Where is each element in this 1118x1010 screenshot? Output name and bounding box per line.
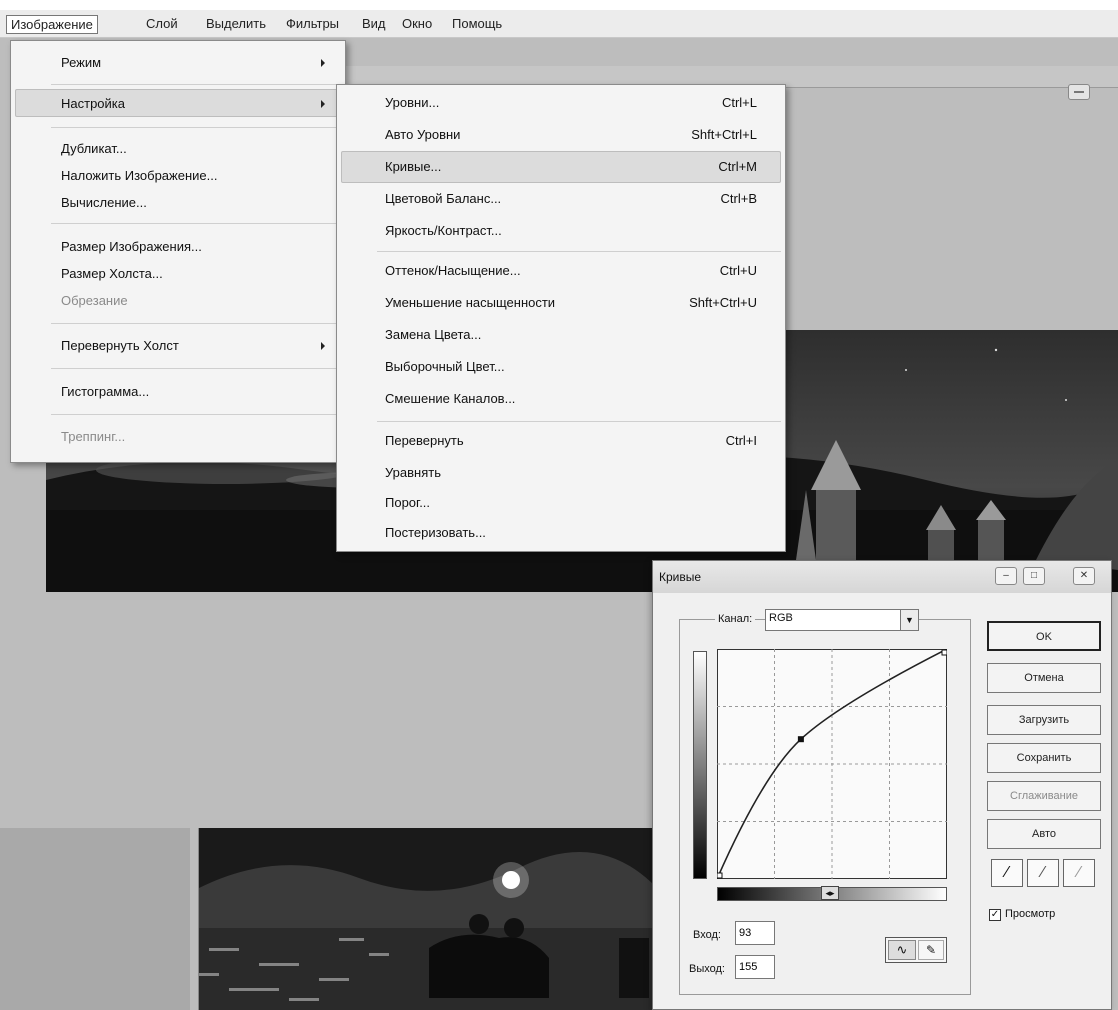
curve-control-point[interactable]	[797, 736, 804, 743]
output-label: Выход:	[689, 963, 725, 975]
channel-value: RGB	[769, 612, 793, 624]
save-button[interactable]: Сохранить	[987, 743, 1101, 773]
menu-separator	[51, 323, 341, 324]
menu-item-trap: Треппинг...	[61, 429, 126, 444]
menu-item-hue-saturation[interactable]: Оттенок/Насыщение...	[385, 263, 521, 278]
menu-separator	[377, 421, 781, 422]
menu-separator	[377, 251, 781, 252]
adjustments-submenu: Уровни... Ctrl+L Авто Уровни Shft+Ctrl+L…	[336, 84, 786, 552]
menu-separator	[51, 223, 341, 224]
menu-separator	[51, 84, 341, 85]
menu-item-threshold[interactable]: Порог...	[385, 495, 430, 510]
cancel-button[interactable]: Отмена	[987, 663, 1101, 693]
shortcut-levels: Ctrl+L	[721, 95, 757, 110]
white-eyedropper-icon[interactable]: ⁄	[1063, 859, 1095, 887]
menu-help[interactable]: Помощь	[448, 15, 506, 32]
menu-separator	[51, 368, 341, 369]
menu-item-curves[interactable]: Кривые...	[385, 159, 441, 174]
smooth-button: Сглаживание	[987, 781, 1101, 811]
menu-item-image-size[interactable]: Размер Изображения...	[61, 239, 202, 254]
eyedropper-group: ⁄ ⁄ ⁄	[987, 859, 1101, 889]
menu-layer[interactable]: Слой	[142, 15, 182, 32]
curve-tool-group: ∿ ✎	[885, 937, 947, 963]
shortcut-hue-saturation: Ctrl+U	[719, 263, 757, 278]
load-button[interactable]: Загрузить	[987, 705, 1101, 735]
menu-item-channel-mixer[interactable]: Смешение Каналов...	[385, 391, 515, 406]
menu-item-desaturate[interactable]: Уменьшение насыщенности	[385, 295, 555, 310]
menu-item-equalize[interactable]: Уравнять	[385, 465, 441, 480]
auto-button[interactable]: Авто	[987, 819, 1101, 849]
workspace-panel	[0, 828, 190, 1010]
menu-item-crop: Обрезание	[61, 293, 128, 308]
menu-item-brightness-contrast[interactable]: Яркость/Контраст...	[385, 223, 502, 238]
channel-select[interactable]: RGB ▼	[765, 609, 919, 631]
gray-eyedropper-icon[interactable]: ⁄	[1027, 859, 1059, 887]
menu-separator	[51, 414, 341, 415]
boat-photo	[199, 828, 656, 1010]
menu-item-histogram[interactable]: Гистограмма...	[61, 384, 149, 399]
menu-view[interactable]: Вид	[358, 15, 390, 32]
menu-item-calculations[interactable]: Вычисление...	[61, 195, 147, 210]
preview-label: Просмотр	[1005, 908, 1056, 920]
menu-item-levels[interactable]: Уровни...	[385, 95, 439, 110]
input-value-field[interactable]	[735, 921, 775, 945]
menu-item-rotate-canvas[interactable]: Перевернуть Холст	[61, 338, 179, 353]
menu-item-selective-color[interactable]: Выборочный Цвет...	[385, 359, 505, 374]
menu-separator	[51, 127, 341, 128]
submenu-arrow-icon	[321, 100, 325, 108]
output-gradient-bar	[693, 651, 707, 879]
menu-item-apply-image[interactable]: Наложить Изображение...	[61, 168, 217, 183]
chevron-down-icon[interactable]: ▼	[900, 610, 918, 630]
menu-filters[interactable]: Фильтры	[282, 15, 343, 32]
curves-dialog: Кривые – □ ✕ Канал: RGB ▼ ◂▸ Вход: Выход…	[652, 560, 1112, 1010]
curves-graph[interactable]	[717, 649, 947, 879]
menu-item-canvas-size[interactable]: Размер Холста...	[61, 266, 163, 281]
menu-window[interactable]: Окно	[398, 15, 436, 32]
shortcut-color-balance: Ctrl+B	[720, 191, 757, 206]
dialog-title: Кривые	[659, 570, 702, 584]
shortcut-desaturate: Shft+Ctrl+U	[689, 295, 757, 310]
maximize-icon[interactable]: □	[1023, 567, 1045, 585]
menu-image[interactable]: Изображение	[6, 15, 98, 34]
black-eyedropper-icon[interactable]: ⁄	[991, 859, 1023, 887]
menu-item-replace-color[interactable]: Замена Цвета...	[385, 327, 481, 342]
menu-select[interactable]: Выделить	[202, 15, 270, 32]
shortcut-invert: Ctrl+I	[725, 433, 757, 448]
gradient-toggle-icon[interactable]: ◂▸	[821, 886, 839, 900]
output-value-field[interactable]	[735, 955, 775, 979]
ok-button[interactable]: OK	[987, 621, 1101, 651]
document-image-boat	[198, 828, 656, 1010]
submenu-arrow-icon	[321, 342, 325, 350]
shortcut-curves: Ctrl+M	[718, 159, 757, 174]
menu-item-auto-levels[interactable]: Авто Уровни	[385, 127, 460, 142]
dialog-titlebar: Кривые – □ ✕	[653, 561, 1111, 593]
shortcut-auto-levels: Shft+Ctrl+L	[691, 127, 757, 142]
minimize-icon[interactable]: –	[995, 567, 1017, 585]
curve-start-point[interactable]	[717, 872, 723, 879]
close-icon[interactable]: ✕	[1073, 567, 1095, 585]
menu-bar: Изображение Слой Выделить Фильтры Вид Ок…	[0, 10, 1118, 38]
document-minimize-button[interactable]	[1068, 84, 1090, 100]
submenu-arrow-icon	[321, 59, 325, 67]
image-menu: Режим Настройка Дубликат... Наложить Изо…	[10, 40, 346, 463]
curve-tool-icon[interactable]: ∿	[888, 940, 916, 960]
menu-item-posterize[interactable]: Постеризовать...	[385, 525, 486, 540]
pencil-tool-icon[interactable]: ✎	[918, 940, 944, 960]
menu-item-adjustments[interactable]: Настройка	[61, 96, 125, 111]
channel-label: Канал:	[715, 613, 756, 625]
curve-end-point[interactable]	[941, 649, 947, 656]
menu-item-color-balance[interactable]: Цветовой Баланс...	[385, 191, 501, 206]
menu-item-duplicate[interactable]: Дубликат...	[61, 141, 127, 156]
preview-checkbox[interactable]: ✓	[989, 909, 1001, 921]
menu-item-mode[interactable]: Режим	[61, 55, 101, 70]
menu-item-invert[interactable]: Перевернуть	[385, 433, 464, 448]
input-label: Вход:	[693, 929, 721, 941]
